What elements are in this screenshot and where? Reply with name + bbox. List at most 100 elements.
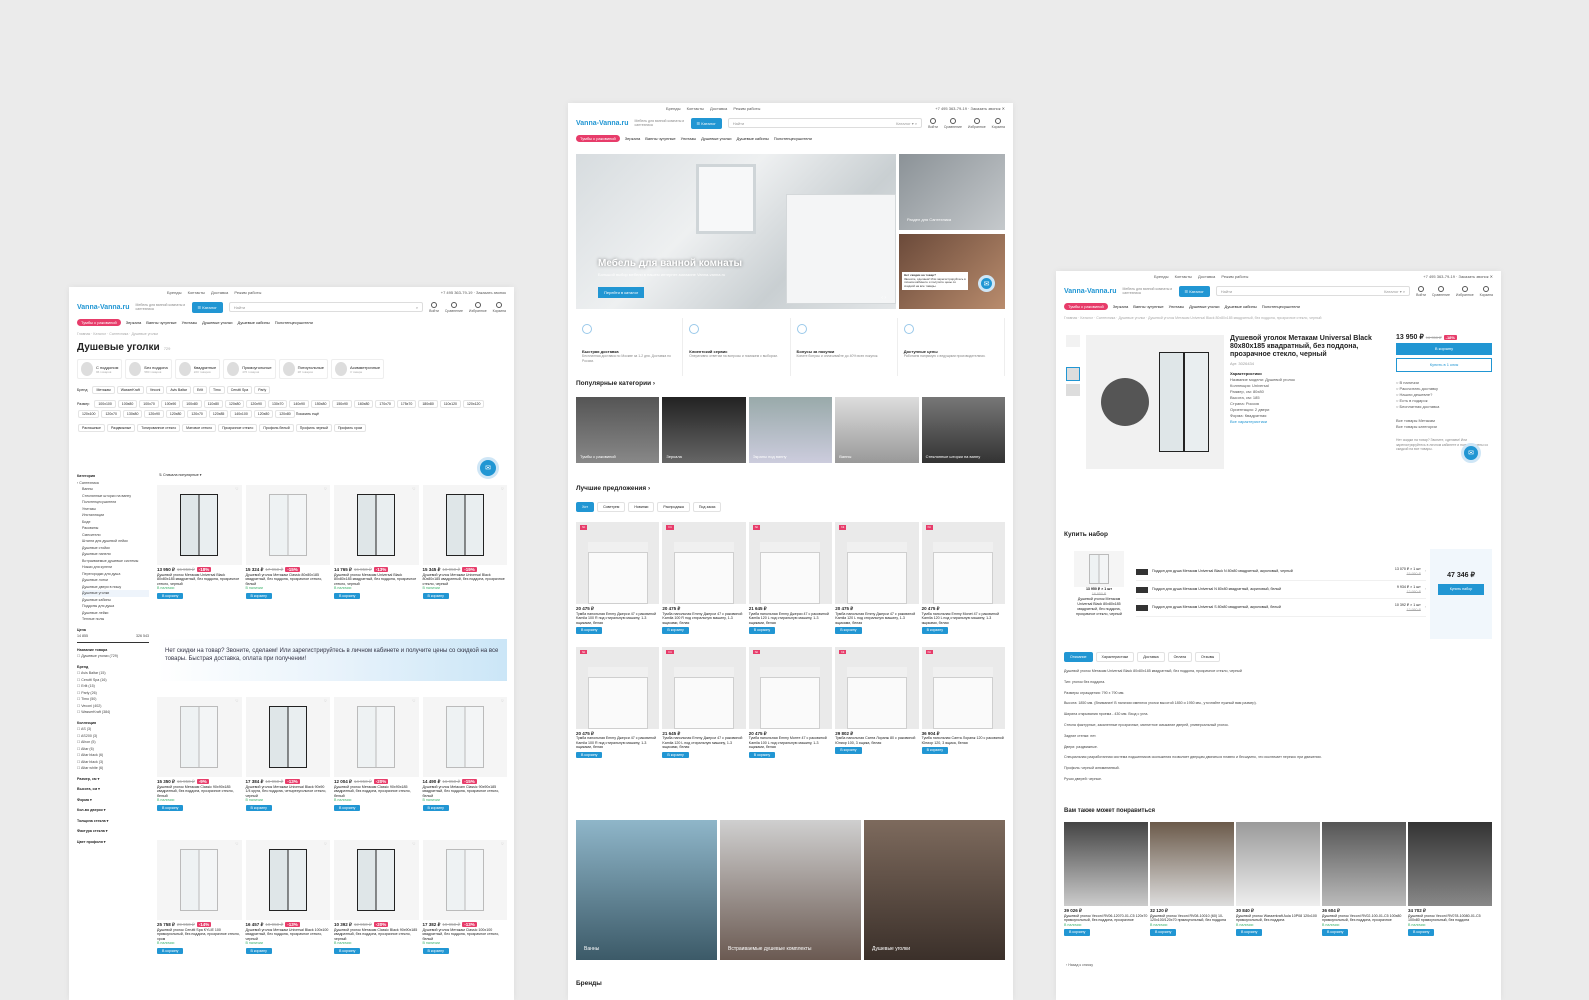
filter-heading[interactable]: Форма ▾ [77,797,149,804]
size-chip[interactable]: 110х120 [439,400,461,408]
search-scope[interactable]: Каталог [1384,289,1399,294]
chevron-right-icon[interactable]: › [1425,587,1426,592]
product-name[interactable]: Душевой уголок Veconi RV08-10010 (60) 10… [1150,914,1234,923]
back-link[interactable]: ‹ Назад к списку [1066,963,1093,967]
product-name[interactable]: Тумба напольная Emmy Джерси 47 с раковин… [749,612,832,626]
kit-item[interactable]: Поддон для душа Метакам Universal N 80х8… [1136,581,1426,599]
filter-heading[interactable]: Цвет профиля ▾ [77,839,149,846]
product-card[interactable]: ♡ 17 384 ₽19 950 ₽ -13% Душевой уголок Мета… [245,697,330,811]
nav-item[interactable]: Зеркала [1113,304,1129,309]
add-to-cart-button[interactable]: В корзину [245,947,272,954]
login-button[interactable]: Войти [928,117,938,129]
product-card[interactable]: ♡ 14 490 ₽16 950 ₽ -15% Душевой уголок Meta… [422,697,507,811]
nav-item[interactable]: Унитазы [182,320,197,325]
add-to-cart-button[interactable]: В корзину [334,804,361,811]
product-card[interactable]: ♡ 12 004 ₽14 950 ₽ -20% Душевой уголок Мета… [334,697,419,811]
all-specs-link[interactable]: Все характеристики [1230,419,1390,425]
filter-heading[interactable]: Высота, см ▾ [77,786,149,793]
kit-item[interactable]: Поддон для душа Метакам Universal Black … [1136,563,1426,581]
product-name[interactable]: Душевой уголок Метакам Classic 100х100 к… [423,928,508,942]
heart-icon[interactable]: ♡ [501,842,504,847]
nav-item[interactable]: Тумбы с раковиной [77,319,121,326]
chevron-right-icon[interactable]: › [1425,569,1426,574]
tag-chip[interactable]: Распашные [78,424,105,432]
login-button[interactable]: Войти [1416,285,1426,297]
category-card[interactable]: Зеркала [662,397,746,463]
add-to-cart-button[interactable]: В корзину [422,947,449,954]
tag-chip[interactable]: Профиль белый [259,424,294,432]
add-to-cart-button[interactable]: В корзину [1408,929,1435,936]
product-name[interactable]: Душевой уголок Метакам Classic 80х80х185… [246,573,331,587]
product-name[interactable]: Тумба напольная Emmy Джерси 47 с раковин… [576,736,659,750]
catalog-button[interactable]: ☰ Каталог [690,117,722,129]
search-scope[interactable]: Каталог [896,121,911,126]
size-chip[interactable]: 120х80 [165,410,186,418]
add-to-cart-button[interactable]: В корзину [921,627,948,634]
logo[interactable]: Vanna-Vanna.ru [77,304,130,311]
add-to-cart-button[interactable]: В корзину [662,751,689,758]
size-chip[interactable]: 130х80 [122,410,143,418]
toplink-brands[interactable]: Бренды [666,106,681,111]
product-card[interactable]: 34 702 ₽ Душевой уголок Veconi RV078-1008… [1408,822,1492,936]
logo[interactable]: Vanna-Vanna.ru [1064,288,1117,295]
product-card[interactable]: hit 36 904 ₽ Тумба напольная Санта Лоранж … [921,646,1005,759]
tag-chip[interactable]: Тонированное стекло [137,424,181,432]
product-name[interactable]: Душевой уголок Метакам Universal Black 8… [157,573,242,587]
product-card[interactable]: ♡ 10 392 ₽12 950 ₽ -20% Душевой уголок Мета… [334,840,419,954]
product-name[interactable]: Тумба напольная Санта Лоранж 80 с ракови… [835,736,918,745]
search-icon[interactable]: ⌕ [915,121,917,126]
callback-link[interactable]: Заказать звонок [1459,274,1489,279]
search-input[interactable]: Найти Каталог ▾ ⌕ [1215,286,1411,296]
product-tab[interactable]: Оплата [1167,652,1193,662]
add-to-cart-button[interactable]: В корзину [157,947,184,954]
type-card[interactable]: Без поддона 580 товаров [125,359,172,379]
thumbnail[interactable] [1066,384,1080,396]
breadcrumb[interactable]: Главная · Каталог · Сантехника · Душевые… [1056,312,1501,324]
brand-chip[interactable]: Timo [209,386,225,394]
heart-icon[interactable]: ♡ [412,842,415,847]
callback-link[interactable]: Заказать звонок [971,106,1001,111]
category-item[interactable]: Теплые полы [82,616,149,623]
product-name[interactable]: Душевой уголок Метакам Universal Black 8… [423,573,508,587]
price-slider[interactable] [77,641,149,643]
nav-item[interactable]: Зеркала [625,136,641,141]
kit-item[interactable]: Поддон для душа Метакам Universal S 80х8… [1136,599,1426,617]
product-name[interactable]: Душевой уголок Метакам Classic Black 90х… [334,928,419,942]
best-tab[interactable]: Распродажа [657,502,690,512]
product-card[interactable]: hit 20 475 ₽ Тумба напольная Emmy Monet 47… [921,522,1005,634]
product-image[interactable]: hit [748,646,833,729]
size-chip[interactable]: 175х70 [396,400,417,408]
type-card[interactable]: Квадратные 220 товаров [174,359,221,379]
toplink-hours[interactable]: Режим работы [1221,274,1248,279]
nav-item[interactable]: Тумбы с раковиной [1064,303,1108,310]
popular-title[interactable]: Популярные категории › [568,380,663,387]
tag-chip[interactable]: Матовое стекло [182,424,217,432]
product-card[interactable]: ♡ 25 758 ₽29 950 ₽ -14% Душевой уголок Ceru… [157,840,242,954]
add-to-cart-button[interactable]: В корзину [245,592,272,599]
heart-icon[interactable]: ♡ [501,699,504,704]
product-image[interactable]: hit [835,646,919,729]
size-chip[interactable]: 130х70 [267,400,288,408]
nav-item[interactable]: Душевые уголки [701,136,731,141]
one-click-button[interactable]: Купить в 1 клик [1396,358,1492,372]
toplink-contacts[interactable]: Контакты [687,106,704,111]
type-card[interactable]: Асимметричные 3 товара [330,359,385,379]
close-icon[interactable]: ✕ [1002,106,1005,111]
product-card[interactable]: 39 026 ₽ Душевой уголок Veconi RV06-12070… [1064,822,1148,936]
promo-banner[interactable]: Нет скидки на товар? Звоните, сделаем! И… [157,639,507,681]
product-card[interactable]: 32 120 ₽ Душевой уголок Veconi RV08-10010… [1150,822,1234,936]
product-image[interactable]: ♡ [157,697,242,777]
product-card[interactable]: ♡ 14 765 ₽16 950 ₽ -13% Душевой уголок Мета… [334,485,419,599]
product-card[interactable]: hit 21 645 ₽ Тумба напольная Emmy Джерси 4… [748,522,833,634]
brand-chip[interactable]: Avis Baltar [166,386,192,394]
size-chip[interactable]: 120х90 [246,400,266,408]
product-card[interactable]: hit 21 645 ₽ Тумба напольная Emmy Джерси 4… [662,646,746,758]
compare-button[interactable]: Сравнение [445,301,463,313]
category-card[interactable]: Тумбы с раковиной [576,397,660,463]
product-card[interactable]: hit 20 475 ₽ Тумба напольная Emmy Джерси 4… [835,522,919,634]
product-image[interactable]: ♡ [422,485,507,565]
favorites-button[interactable]: Избранное [1456,285,1474,297]
cart-button[interactable]: Корзина [1480,285,1493,297]
product-card[interactable]: ♡ 15 345 ₽18 950 ₽ -19% Душевой уголок Мета… [422,485,508,599]
nav-item[interactable]: Зеркала [126,320,142,325]
